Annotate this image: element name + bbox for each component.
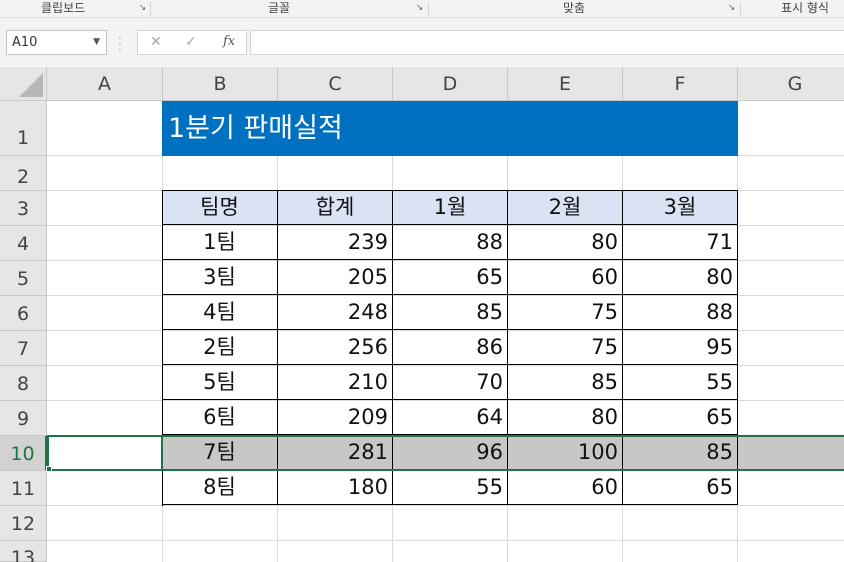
row-header-6[interactable]: 6: [0, 296, 47, 331]
table-cell[interactable]: 85: [508, 365, 623, 400]
table-cell-selected-row[interactable]: 96: [393, 435, 508, 470]
row-header-4[interactable]: 4: [0, 226, 47, 261]
row-header-2[interactable]: 2: [0, 156, 47, 191]
table-cell[interactable]: 95: [623, 330, 738, 365]
name-box-value: A10: [12, 35, 38, 50]
header-cell-total[interactable]: 합계: [278, 190, 393, 225]
table-cell[interactable]: 55: [623, 365, 738, 400]
ribbon-separator: [740, 2, 741, 16]
ribbon-group-font: 글꼴: [268, 1, 291, 15]
row-header-13[interactable]: 13: [0, 541, 47, 562]
table-cell[interactable]: 65: [623, 470, 738, 505]
column-header-d[interactable]: D: [393, 67, 508, 101]
row-header-11[interactable]: 11: [0, 471, 47, 506]
select-all-icon: [19, 73, 43, 97]
alignment-dialog-launcher-icon[interactable]: ↘: [726, 3, 737, 14]
row-header-10[interactable]: 10: [0, 436, 47, 471]
table-cell[interactable]: 60: [508, 470, 623, 505]
clipboard-dialog-launcher-icon[interactable]: ↘: [137, 3, 148, 14]
table-cell[interactable]: 70: [393, 365, 508, 400]
column-header-e[interactable]: E: [508, 67, 623, 101]
formula-buttons: ✕ ✓ fx: [137, 30, 247, 55]
table-cell[interactable]: 71: [623, 225, 738, 260]
gridline: [47, 505, 844, 506]
header-cell-team[interactable]: 팀명: [162, 190, 278, 225]
table-cell[interactable]: 65: [623, 400, 738, 435]
table-cell[interactable]: 80: [508, 225, 623, 260]
ribbon-group-alignment: 맞춤: [563, 1, 586, 15]
active-cell-a10[interactable]: [47, 435, 163, 471]
table-cell[interactable]: 80: [623, 260, 738, 295]
table-cell[interactable]: 1팀: [162, 225, 278, 260]
row-header-8[interactable]: 8: [0, 366, 47, 401]
ribbon-separator: [150, 2, 151, 16]
column-header-g[interactable]: G: [738, 67, 844, 101]
table-cell-selected-row[interactable]: 100: [508, 435, 623, 470]
cancel-icon[interactable]: ✕: [150, 34, 162, 51]
table-cell[interactable]: 88: [623, 295, 738, 330]
column-header-c[interactable]: C: [278, 67, 393, 101]
table-cell[interactable]: 4팀: [162, 295, 278, 330]
row-header-9[interactable]: 9: [0, 401, 47, 436]
select-all-corner[interactable]: [0, 67, 47, 101]
formula-bar-resize-handle[interactable]: · · ·: [118, 32, 122, 56]
header-cell-feb[interactable]: 2월: [508, 190, 623, 225]
column-header-f[interactable]: F: [623, 67, 738, 101]
column-header-a[interactable]: A: [47, 67, 163, 101]
ribbon-group-clipboard: 클립보드: [41, 1, 86, 15]
row-header-1[interactable]: 1: [0, 101, 47, 156]
insert-function-icon[interactable]: fx: [223, 34, 235, 49]
table-cell[interactable]: 210: [278, 365, 393, 400]
table-cell[interactable]: 60: [508, 260, 623, 295]
gridline: [47, 540, 844, 541]
table-cell[interactable]: 75: [508, 330, 623, 365]
sheet-title: 1분기 판매실적: [168, 113, 343, 144]
table-cell[interactable]: 64: [393, 400, 508, 435]
column-header-b[interactable]: B: [163, 67, 278, 101]
header-cell-jan[interactable]: 1월: [393, 190, 508, 225]
fill-handle[interactable]: [46, 466, 52, 472]
row-header-5[interactable]: 5: [0, 261, 47, 296]
table-cell[interactable]: 80: [508, 400, 623, 435]
table-cell[interactable]: 6팀: [162, 400, 278, 435]
table-cell[interactable]: 248: [278, 295, 393, 330]
name-box[interactable]: A10 ▼: [6, 30, 107, 55]
table-cell-selected-row[interactable]: 281: [278, 435, 393, 470]
table-cell[interactable]: 55: [393, 470, 508, 505]
table-cell[interactable]: 88: [393, 225, 508, 260]
table-cell-selected-row[interactable]: 85: [623, 435, 738, 470]
enter-check-icon[interactable]: ✓: [185, 34, 197, 51]
table-cell[interactable]: 209: [278, 400, 393, 435]
row-header-3[interactable]: 3: [0, 191, 47, 226]
ribbon-group-bar: 클립보드 ↘ 글꼴 ↘ 맞춤 ↘ 표시 형식: [0, 0, 844, 18]
table-cell[interactable]: 180: [278, 470, 393, 505]
name-box-dropdown-icon[interactable]: ▼: [93, 31, 100, 54]
row-header-7[interactable]: 7: [0, 331, 47, 366]
table-cell[interactable]: 8팀: [162, 470, 278, 505]
ribbon-group-number: 표시 형식: [781, 1, 829, 15]
font-dialog-launcher-icon[interactable]: ↘: [414, 3, 425, 14]
table-cell[interactable]: 239: [278, 225, 393, 260]
table-cell[interactable]: 2팀: [162, 330, 278, 365]
formula-input[interactable]: [250, 30, 844, 55]
formula-bar: A10 ▼ · · · ✕ ✓ fx: [0, 18, 844, 66]
table-cell[interactable]: 86: [393, 330, 508, 365]
spreadsheet-window: 클립보드 ↘ 글꼴 ↘ 맞춤 ↘ 표시 형식 A10 ▼ · · · ✕ ✓ fx …: [0, 0, 844, 562]
table-cell[interactable]: 205: [278, 260, 393, 295]
table-cell[interactable]: 75: [508, 295, 623, 330]
table-cell[interactable]: 5팀: [162, 365, 278, 400]
table-cell[interactable]: 65: [393, 260, 508, 295]
ribbon-separator: [428, 2, 429, 16]
table-cell-selected-row[interactable]: 7팀: [162, 435, 278, 470]
table-cell[interactable]: 85: [393, 295, 508, 330]
table-cell[interactable]: 256: [278, 330, 393, 365]
row-10-selection-fill: [738, 436, 844, 470]
row-header-12[interactable]: 12: [0, 506, 47, 541]
table-cell[interactable]: 3팀: [162, 260, 278, 295]
header-cell-mar[interactable]: 3월: [623, 190, 738, 225]
